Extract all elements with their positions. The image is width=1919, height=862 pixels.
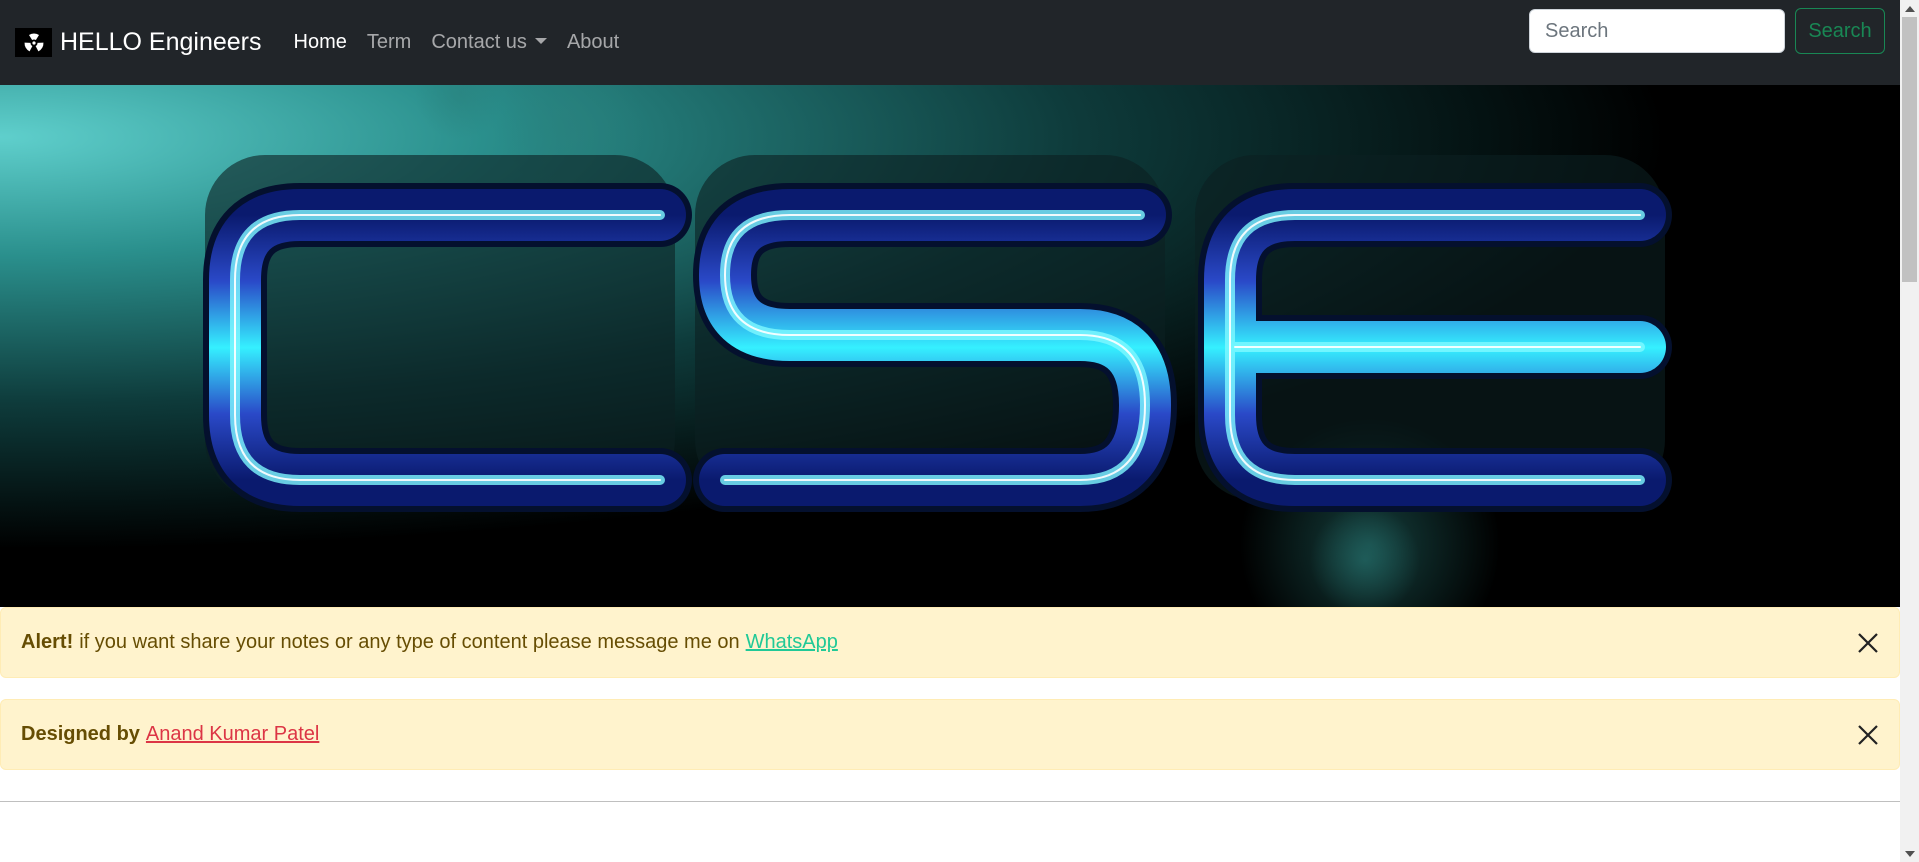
- nav-link-term[interactable]: Term: [357, 31, 421, 54]
- brand[interactable]: HELLO Engineers: [15, 28, 262, 57]
- radiation-icon: [15, 28, 52, 57]
- alert-text: if you want share your notes or any type…: [79, 631, 740, 653]
- letter-s: [693, 155, 1177, 512]
- nav-link-contact-us-label: Contact us: [431, 31, 527, 53]
- alert-designer: Designed by Anand Kumar Patel: [0, 699, 1900, 770]
- close-icon[interactable]: [1855, 722, 1881, 748]
- close-icon[interactable]: [1855, 630, 1881, 656]
- search-form: Search: [1529, 8, 1885, 54]
- scrollbar[interactable]: [1900, 0, 1919, 862]
- hero-image: [203, 85, 1672, 607]
- divider: [0, 801, 1900, 802]
- whatsapp-link[interactable]: WhatsApp: [746, 631, 838, 654]
- designer-link[interactable]: Anand Kumar Patel: [146, 723, 319, 746]
- alert-whatsapp: Alert! if you want share your notes or a…: [0, 607, 1900, 678]
- scroll-down-icon[interactable]: [1900, 845, 1919, 862]
- nav-link-contact-us[interactable]: Contact us: [421, 31, 557, 54]
- caret-down-icon: [534, 37, 547, 44]
- nav-link-home[interactable]: Home: [284, 31, 357, 54]
- alert-strong: Alert!: [21, 631, 74, 653]
- search-button[interactable]: Search: [1795, 8, 1885, 54]
- scrollbar-thumb[interactable]: [1902, 17, 1917, 282]
- alert-strong: Designed by: [21, 723, 140, 745]
- navbar: HELLO Engineers Home Term Contact us Abo…: [0, 0, 1900, 85]
- page: HELLO Engineers Home Term Contact us Abo…: [0, 0, 1900, 862]
- search-input[interactable]: [1529, 9, 1785, 53]
- brand-title: HELLO Engineers: [60, 28, 262, 56]
- nav-link-about[interactable]: About: [557, 31, 629, 54]
- letter-c: [203, 155, 692, 512]
- nav-links: Home Term Contact us About: [284, 31, 630, 54]
- letter-e: [1195, 155, 1672, 512]
- scroll-up-icon[interactable]: [1900, 0, 1919, 17]
- hero-banner: [0, 85, 1900, 607]
